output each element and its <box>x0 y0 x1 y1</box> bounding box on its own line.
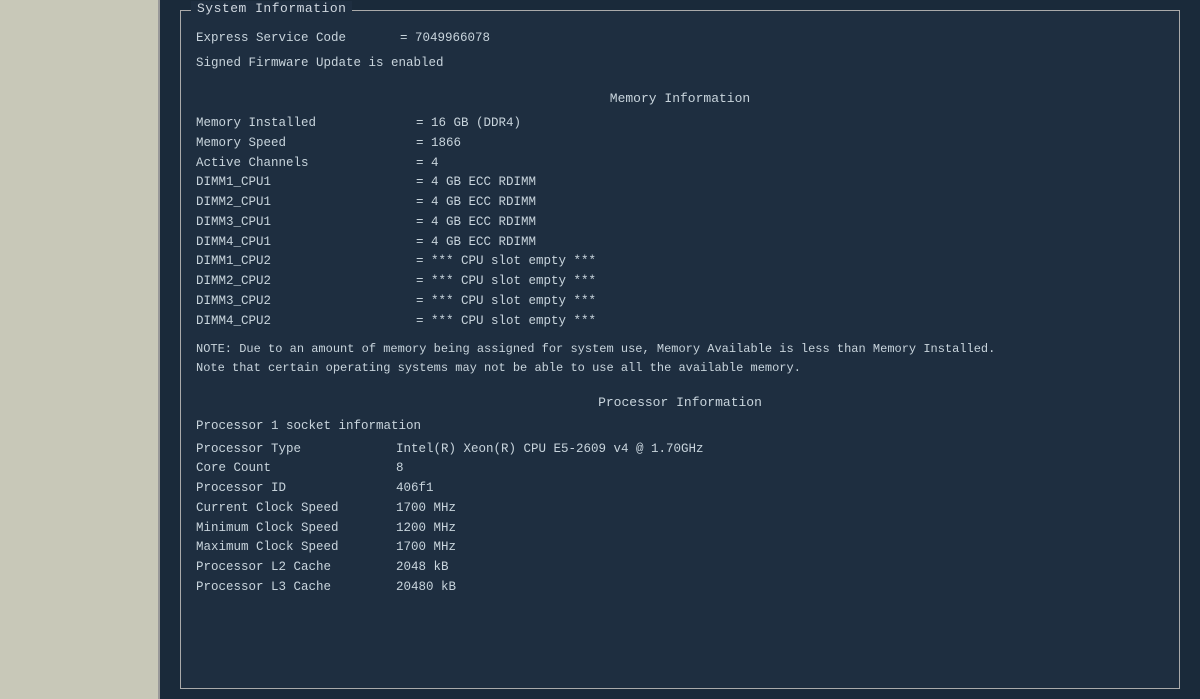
proc-row: Processor L3 Cache20480 kB <box>196 578 1164 597</box>
proc-row: Core Count8 <box>196 459 1164 478</box>
memory-row: DIMM4_CPU2= *** CPU slot empty *** <box>196 312 1164 331</box>
express-service-value: = 7049966078 <box>400 29 490 48</box>
proc-row-value: 2048 kB <box>396 558 449 577</box>
memory-row: DIMM1_CPU2= *** CPU slot empty *** <box>196 252 1164 271</box>
memory-row: Active Channels= 4 <box>196 154 1164 173</box>
memory-row-value: = 1866 <box>416 134 461 153</box>
left-panel <box>0 0 160 699</box>
system-info-box: System Information Express Service Code … <box>180 10 1180 689</box>
processor-section: Processor Information Processor 1 socket… <box>196 393 1164 596</box>
proc-row: Maximum Clock Speed1700 MHz <box>196 538 1164 557</box>
proc-row-value: 20480 kB <box>396 578 456 597</box>
memory-row-label: DIMM1_CPU1 <box>196 173 416 192</box>
proc-row-label: Current Clock Speed <box>196 499 396 518</box>
memory-row-label: DIMM3_CPU1 <box>196 213 416 232</box>
memory-row-label: DIMM3_CPU2 <box>196 292 416 311</box>
proc-row-value: 1700 MHz <box>396 538 456 557</box>
memory-row: DIMM2_CPU1= 4 GB ECC RDIMM <box>196 193 1164 212</box>
memory-row-label: DIMM4_CPU2 <box>196 312 416 331</box>
memory-row: DIMM2_CPU2= *** CPU slot empty *** <box>196 272 1164 291</box>
firmware-line: Signed Firmware Update is enabled <box>196 54 1164 73</box>
proc-row-label: Processor L3 Cache <box>196 578 396 597</box>
memory-row: DIMM4_CPU1= 4 GB ECC RDIMM <box>196 233 1164 252</box>
proc-row-value: 406f1 <box>396 479 434 498</box>
memory-row: Memory Installed= 16 GB (DDR4) <box>196 114 1164 133</box>
section-title: System Information <box>191 1 352 16</box>
memory-row-value: = 4 GB ECC RDIMM <box>416 173 536 192</box>
main-content: System Information Express Service Code … <box>160 0 1200 699</box>
proc-row-value: 8 <box>396 459 404 478</box>
memory-row-value: = 4 GB ECC RDIMM <box>416 193 536 212</box>
memory-row-value: = 16 GB (DDR4) <box>416 114 521 133</box>
memory-section-title: Memory Information <box>196 89 1164 109</box>
express-service-label: Express Service Code <box>196 29 396 48</box>
proc-row-label: Processor Type <box>196 440 396 459</box>
proc-row-value: Intel(R) Xeon(R) CPU E5-2609 v4 @ 1.70GH… <box>396 440 704 459</box>
memory-row: DIMM3_CPU1= 4 GB ECC RDIMM <box>196 213 1164 232</box>
content-area: Express Service Code = 7049966078 Signed… <box>196 29 1164 597</box>
proc-row: Minimum Clock Speed1200 MHz <box>196 519 1164 538</box>
memory-row-value: = *** CPU slot empty *** <box>416 252 596 271</box>
memory-row-label: DIMM2_CPU1 <box>196 193 416 212</box>
memory-row-label: Active Channels <box>196 154 416 173</box>
proc-row: Processor L2 Cache2048 kB <box>196 558 1164 577</box>
processor-section-title: Processor Information <box>196 393 1164 413</box>
processor-socket-label: Processor 1 socket information <box>196 417 1164 436</box>
proc-row-value: 1200 MHz <box>396 519 456 538</box>
memory-row-label: DIMM4_CPU1 <box>196 233 416 252</box>
memory-row-value: = *** CPU slot empty *** <box>416 312 596 331</box>
memory-row-value: = 4 GB ECC RDIMM <box>416 233 536 252</box>
memory-row-label: Memory Installed <box>196 114 416 133</box>
memory-row-value: = 4 GB ECC RDIMM <box>416 213 536 232</box>
proc-row: Processor TypeIntel(R) Xeon(R) CPU E5-26… <box>196 440 1164 459</box>
proc-row: Current Clock Speed1700 MHz <box>196 499 1164 518</box>
memory-row: DIMM3_CPU2= *** CPU slot empty *** <box>196 292 1164 311</box>
proc-row-label: Core Count <box>196 459 396 478</box>
proc-row-label: Processor L2 Cache <box>196 558 396 577</box>
memory-row-label: DIMM2_CPU2 <box>196 272 416 291</box>
memory-row-value: = *** CPU slot empty *** <box>416 292 596 311</box>
proc-row-label: Processor ID <box>196 479 396 498</box>
proc-row-label: Maximum Clock Speed <box>196 538 396 557</box>
memory-table: Memory Installed= 16 GB (DDR4)Memory Spe… <box>196 114 1164 330</box>
proc-row: Processor ID406f1 <box>196 479 1164 498</box>
memory-row: Memory Speed= 1866 <box>196 134 1164 153</box>
memory-row-label: Memory Speed <box>196 134 416 153</box>
proc-row-label: Minimum Clock Speed <box>196 519 396 538</box>
memory-row-label: DIMM1_CPU2 <box>196 252 416 271</box>
memory-row: DIMM1_CPU1= 4 GB ECC RDIMM <box>196 173 1164 192</box>
processor-table: Processor TypeIntel(R) Xeon(R) CPU E5-26… <box>196 440 1164 597</box>
proc-row-value: 1700 MHz <box>396 499 456 518</box>
memory-section: Memory Information Memory Installed= 16 … <box>196 89 1164 378</box>
memory-row-value: = 4 <box>416 154 439 173</box>
memory-note: NOTE: Due to an amount of memory being a… <box>196 340 1016 377</box>
express-service-row: Express Service Code = 7049966078 <box>196 29 1164 48</box>
memory-row-value: = *** CPU slot empty *** <box>416 272 596 291</box>
